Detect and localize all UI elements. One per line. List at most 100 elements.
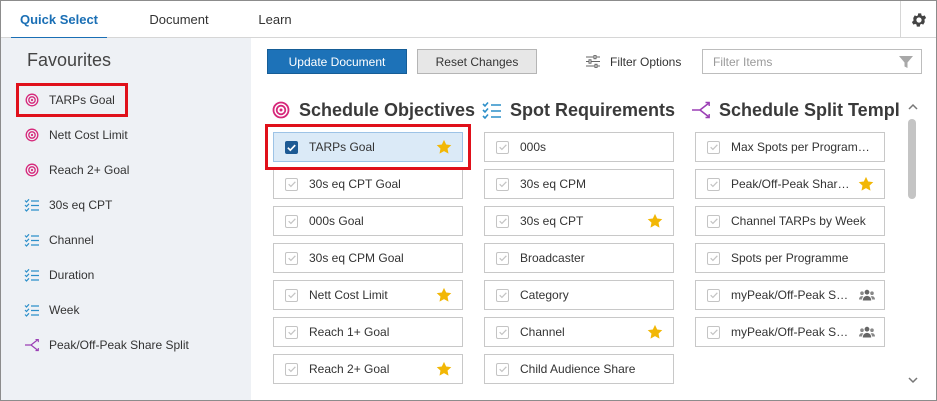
checkbox[interactable] xyxy=(707,177,720,191)
objective-card[interactable]: 30s eq CPM Goal xyxy=(273,243,463,273)
favourites-title: Favourites xyxy=(27,50,112,70)
favourite-star-icon[interactable] xyxy=(857,175,875,193)
settings-button[interactable] xyxy=(900,1,936,38)
checkbox[interactable] xyxy=(285,288,298,302)
split-icon xyxy=(23,337,41,353)
scroll-down-arrow-icon[interactable] xyxy=(906,374,920,386)
favourite-item-peak-off-peak-share-split[interactable]: Peak/Off-Peak Share Split xyxy=(23,331,189,359)
scrollbar-thumb[interactable] xyxy=(908,119,916,199)
split-template-card[interactable]: myPeak/Off-Peak Share... xyxy=(695,280,885,310)
favourite-item-label: Reach 2+ Goal xyxy=(49,163,130,177)
checkbox[interactable] xyxy=(496,214,509,228)
favourite-item-label: Peak/Off-Peak Share Split xyxy=(49,338,189,352)
checkbox[interactable] xyxy=(285,251,298,265)
tab-learn[interactable]: Learn xyxy=(249,1,301,38)
objective-card[interactable]: 30s eq CPT Goal xyxy=(273,169,463,199)
checkbox[interactable] xyxy=(707,325,720,339)
split-template-card-label: Peak/Off-Peak Share... xyxy=(731,177,855,191)
target-icon xyxy=(271,100,291,120)
objective-card-label: Reach 1+ Goal xyxy=(309,325,390,339)
checklist-icon xyxy=(23,197,41,213)
objective-card[interactable]: Reach 2+ Goal xyxy=(273,354,463,384)
quick-select-panel: Quick Select Document Learn Favourites T… xyxy=(0,0,937,401)
checkbox[interactable] xyxy=(496,140,509,154)
spot-requirement-card[interactable]: 000s xyxy=(484,132,674,162)
update-document-button[interactable]: Update Document xyxy=(267,49,407,74)
gear-icon xyxy=(911,12,926,27)
split-template-card[interactable]: Spots per Programme xyxy=(695,243,885,273)
spot-requirement-card-label: Category xyxy=(520,288,569,302)
favourite-star-icon[interactable] xyxy=(646,212,664,230)
spot-requirements-title: Spot Requirements xyxy=(510,99,676,120)
filter-items-input[interactable] xyxy=(702,49,922,74)
schedule-objectives-title: Schedule Objectives xyxy=(299,99,476,120)
favourite-item-label: Channel xyxy=(49,233,94,247)
highlight-box-favourite xyxy=(16,83,128,117)
favourite-item-week[interactable]: Week xyxy=(23,296,79,324)
checkbox[interactable] xyxy=(707,288,720,302)
favourite-item-reach-2-goal[interactable]: Reach 2+ Goal xyxy=(23,156,129,184)
shared-group-icon xyxy=(859,325,875,339)
objective-card[interactable]: Nett Cost Limit xyxy=(273,280,463,310)
checkbox[interactable] xyxy=(496,177,509,191)
favourite-item-duration[interactable]: Duration xyxy=(23,261,94,289)
checkbox[interactable] xyxy=(496,325,509,339)
checkbox[interactable] xyxy=(496,251,509,265)
checkbox[interactable] xyxy=(496,288,509,302)
split-template-card-label: myPeak/Off-Peak Share... xyxy=(731,288,859,302)
checklist-icon xyxy=(23,267,41,283)
split-template-card[interactable]: Channel TARPs by Week xyxy=(695,206,885,236)
spot-requirement-card-label: Child Audience Share xyxy=(520,362,636,376)
checkbox[interactable] xyxy=(707,251,720,265)
shared-group-icon xyxy=(859,288,875,302)
spot-requirement-card[interactable]: Channel xyxy=(484,317,674,347)
spot-requirement-card[interactable]: Child Audience Share xyxy=(484,354,674,384)
objective-card-label: 000s Goal xyxy=(309,214,364,228)
split-template-card-label: myPeak/Off-Peak Share... xyxy=(731,325,859,339)
highlight-box-selected-card xyxy=(265,124,471,170)
checkbox[interactable] xyxy=(496,362,509,376)
checkbox[interactable] xyxy=(707,214,720,228)
objective-card-label: Nett Cost Limit xyxy=(309,288,388,302)
spot-requirement-card[interactable]: Broadcaster xyxy=(484,243,674,273)
tab-quick-select[interactable]: Quick Select xyxy=(11,1,107,39)
funnel-icon xyxy=(899,56,913,68)
split-template-card-label: Max Spots per Programme... xyxy=(731,140,884,154)
target-icon xyxy=(23,162,41,178)
objective-card[interactable]: 000s Goal xyxy=(273,206,463,236)
split-template-card[interactable]: Max Spots per Programme... xyxy=(695,132,885,162)
target-icon xyxy=(23,127,41,143)
favourite-item-label: Week xyxy=(49,303,80,317)
tab-document[interactable]: Document xyxy=(137,1,221,38)
checkbox[interactable] xyxy=(285,177,298,191)
split-template-card[interactable]: Peak/Off-Peak Share... xyxy=(695,169,885,199)
spot-requirement-card-label: Broadcaster xyxy=(520,251,585,265)
schedule-objectives-header: Schedule Objectives xyxy=(271,97,475,123)
checklist-icon xyxy=(482,100,502,120)
checkbox[interactable] xyxy=(707,140,720,154)
scroll-up-arrow-icon[interactable] xyxy=(906,101,920,113)
spot-requirement-card-label: 30s eq CPT xyxy=(520,214,584,228)
favourite-item-nett-cost-limit[interactable]: Nett Cost Limit xyxy=(23,121,128,149)
favourite-star-icon[interactable] xyxy=(435,360,453,378)
favourite-star-icon[interactable] xyxy=(435,286,453,304)
checkbox[interactable] xyxy=(285,214,298,228)
checkbox[interactable] xyxy=(285,362,298,376)
filter-options-button[interactable]: Filter Options xyxy=(585,49,681,74)
favourite-item-channel[interactable]: Channel xyxy=(23,226,94,254)
tab-bar: Quick Select Document Learn xyxy=(1,1,936,39)
filter-options-label: Filter Options xyxy=(610,54,682,69)
spot-requirement-card[interactable]: 30s eq CPT xyxy=(484,206,674,236)
split-template-card-label: Channel TARPs by Week xyxy=(731,214,866,228)
split-template-card[interactable]: myPeak/Off-Peak Share... xyxy=(695,317,885,347)
spot-requirement-card[interactable]: 30s eq CPM xyxy=(484,169,674,199)
favourite-item-label: 30s eq CPT xyxy=(49,198,113,212)
objective-card[interactable]: Reach 1+ Goal xyxy=(273,317,463,347)
checkbox[interactable] xyxy=(285,325,298,339)
favourite-star-icon[interactable] xyxy=(646,323,664,341)
spot-requirements-header: Spot Requirements xyxy=(482,97,675,123)
split-template-card-label: Spots per Programme xyxy=(731,251,849,265)
spot-requirement-card[interactable]: Category xyxy=(484,280,674,310)
reset-changes-button[interactable]: Reset Changes xyxy=(417,49,537,74)
favourite-item-30s-eq-cpt[interactable]: 30s eq CPT xyxy=(23,191,112,219)
